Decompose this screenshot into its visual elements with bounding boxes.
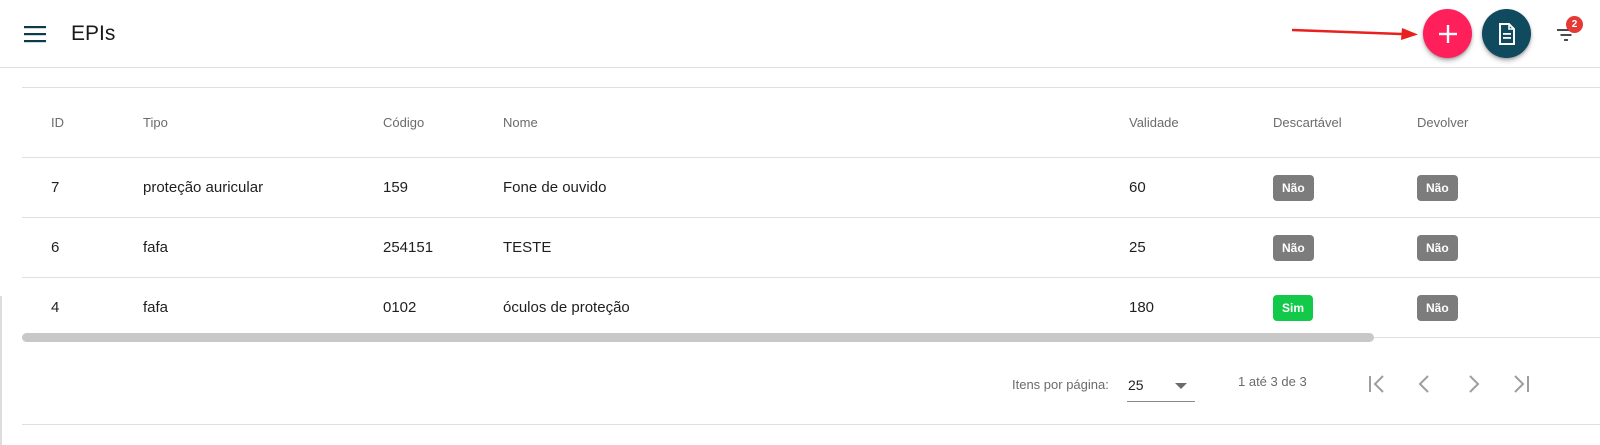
- menu-button[interactable]: [22, 20, 50, 48]
- cell-codigo: 0102: [383, 299, 417, 316]
- cell-id: 4: [51, 299, 60, 316]
- table-row[interactable]: 6 fafa 254151 TESTE 25 Não Não: [22, 218, 1600, 278]
- column-header-codigo[interactable]: Código: [383, 88, 424, 157]
- cell-tipo: fafa: [143, 299, 169, 316]
- cell-tipo: fafa: [143, 239, 169, 256]
- column-header-validade[interactable]: Validade: [1129, 88, 1179, 157]
- cell-codigo: 254151: [383, 239, 434, 256]
- horizontal-scrollbar[interactable]: [22, 333, 1374, 342]
- page-title: EPIs: [71, 22, 116, 45]
- cell-devolver: Não: [1417, 278, 1458, 337]
- last-page-button[interactable]: [1506, 369, 1536, 399]
- devolver-badge: Não: [1417, 174, 1458, 201]
- last-page-icon: [1514, 375, 1529, 393]
- cell-devolver: Não: [1417, 218, 1458, 277]
- descartavel-badge: Não: [1273, 174, 1314, 201]
- column-header-nome[interactable]: Nome: [503, 88, 538, 157]
- first-page-button[interactable]: [1362, 369, 1392, 399]
- cell-id: 6: [51, 239, 60, 256]
- cell-validade: 60: [1129, 179, 1146, 196]
- next-page-button[interactable]: [1458, 369, 1488, 399]
- cell-descartavel: Não: [1273, 218, 1314, 277]
- devolver-badge: Não: [1417, 234, 1458, 261]
- previous-page-icon: [1418, 375, 1429, 393]
- table-row[interactable]: 4 fafa 0102 óculos de proteção 180 Sim N…: [22, 278, 1600, 338]
- menu-icon: [24, 26, 46, 43]
- table-row[interactable]: 7 proteção auricular 159 Fone de ouvido …: [22, 158, 1600, 218]
- cell-nome: TESTE: [503, 239, 552, 256]
- cell-nome: Fone de ouvido: [503, 179, 607, 196]
- cell-tipo: proteção auricular: [143, 179, 264, 196]
- cell-nome: óculos de proteção: [503, 299, 630, 316]
- paginator-bottom-divider: [22, 424, 1600, 425]
- page-size-value: 25: [1128, 377, 1144, 393]
- devolver-badge: Não: [1417, 294, 1458, 321]
- first-page-icon: [1369, 375, 1384, 393]
- dropdown-caret-icon: [1175, 383, 1187, 389]
- cell-descartavel: Não: [1273, 158, 1314, 217]
- descartavel-badge: Sim: [1273, 294, 1314, 321]
- cell-descartavel: Sim: [1273, 278, 1314, 337]
- column-header-descartavel[interactable]: Descartável: [1273, 88, 1342, 157]
- cell-devolver: Não: [1417, 158, 1458, 217]
- annotation-arrow-icon: [1291, 28, 1418, 40]
- table-header-row: ID Tipo Código Nome Validade Descartável…: [22, 88, 1600, 158]
- filter-count-badge: 2: [1566, 16, 1583, 33]
- cell-id: 7: [51, 179, 60, 196]
- page-size-select[interactable]: 25: [1127, 370, 1195, 402]
- plus-icon: [1438, 24, 1457, 43]
- column-header-id[interactable]: ID: [51, 88, 64, 157]
- cell-validade: 180: [1129, 299, 1155, 316]
- column-header-tipo[interactable]: Tipo: [143, 88, 168, 157]
- next-page-icon: [1469, 375, 1480, 393]
- cell-codigo: 159: [383, 179, 409, 196]
- top-toolbar: EPIs 2: [0, 0, 1600, 68]
- items-per-page-label: Itens por página:: [1012, 377, 1109, 392]
- report-button[interactable]: [1482, 9, 1531, 58]
- paginator: Itens por página: 25 1 até 3 de 3: [0, 356, 1600, 416]
- page-range-label: 1 até 3 de 3: [1238, 374, 1307, 389]
- cell-validade: 25: [1129, 239, 1146, 256]
- column-header-devolver[interactable]: Devolver: [1417, 88, 1468, 157]
- previous-page-button[interactable]: [1410, 369, 1440, 399]
- add-epi-button[interactable]: [1423, 9, 1472, 58]
- document-icon: [1498, 22, 1515, 45]
- descartavel-badge: Não: [1273, 234, 1314, 261]
